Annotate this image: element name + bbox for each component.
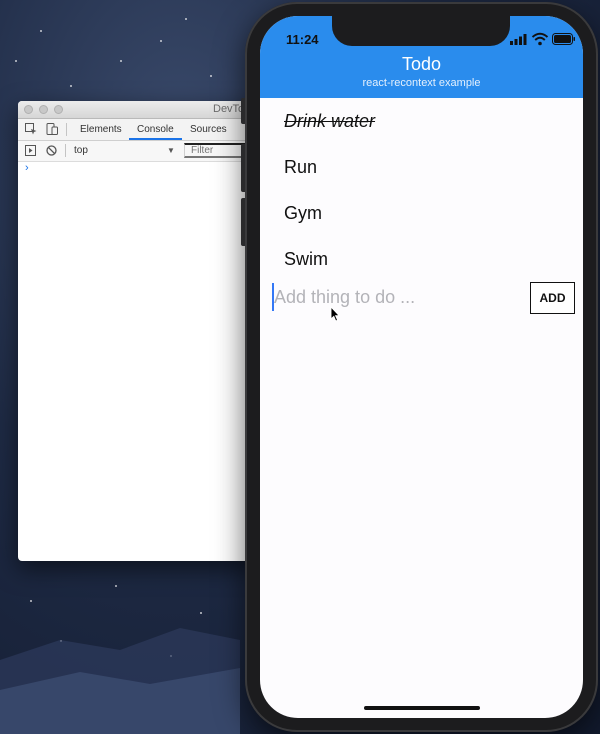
minimize-window-button[interactable] [39,105,48,114]
inspect-element-icon[interactable] [25,123,37,135]
mouse-cursor-icon [330,306,340,322]
volume-up-button [241,144,245,192]
close-window-button[interactable] [24,105,33,114]
phone-screen: 11:24 Todo react-recontext example Drink… [260,16,583,718]
console-sidebar-icon[interactable] [25,145,36,156]
console-toolbar: top ▼ [18,141,258,162]
add-todo-input[interactable] [272,283,514,311]
zoom-window-button[interactable] [54,105,63,114]
devtools-window: DevTo Elements Console Sources top ▼ Fil… [18,101,258,561]
devtools-tab-bar: Elements Console Sources [18,119,258,141]
silent-switch [241,98,245,124]
phone-simulator: 11:24 Todo react-recontext example Drink… [241,2,598,732]
toolbar-divider [66,123,67,136]
phone-notch [332,16,510,46]
chevron-down-icon[interactable]: ▼ [167,146,175,155]
add-todo-row: ADD [272,282,576,316]
app-header: 11:24 Todo react-recontext example [260,16,583,98]
context-selector[interactable]: top [74,145,88,156]
todo-item-gym[interactable]: Gym [284,202,564,248]
battery-icon [552,33,575,45]
status-time: 11:24 [286,32,319,47]
devtools-titlebar[interactable]: DevTo [18,101,258,119]
todo-item-drink-water[interactable]: Drink water [284,110,564,156]
devtools-window-title: DevTo [213,103,245,115]
todo-item-run[interactable]: Run [284,156,564,202]
device-toolbar-icon[interactable] [46,123,58,135]
home-indicator[interactable] [364,706,480,710]
console-prompt-icon[interactable]: › [25,162,29,174]
desktop-background: DevTo Elements Console Sources top ▼ Fil… [0,0,600,734]
app-subtitle: react-recontext example [362,77,481,89]
volume-down-button [241,198,245,246]
wifi-icon [531,32,549,46]
tab-sources[interactable]: Sources [190,124,227,135]
add-button[interactable]: ADD [530,282,575,314]
toolbar-divider [65,144,66,157]
signal-icon [510,34,527,45]
status-icons [510,32,575,46]
tab-console[interactable]: Console [129,124,182,140]
tab-elements[interactable]: Elements [80,124,122,135]
todo-list: Drink water Run Gym Swim [284,110,564,294]
clear-console-icon[interactable] [46,145,57,156]
app-title: Todo [401,54,442,74]
